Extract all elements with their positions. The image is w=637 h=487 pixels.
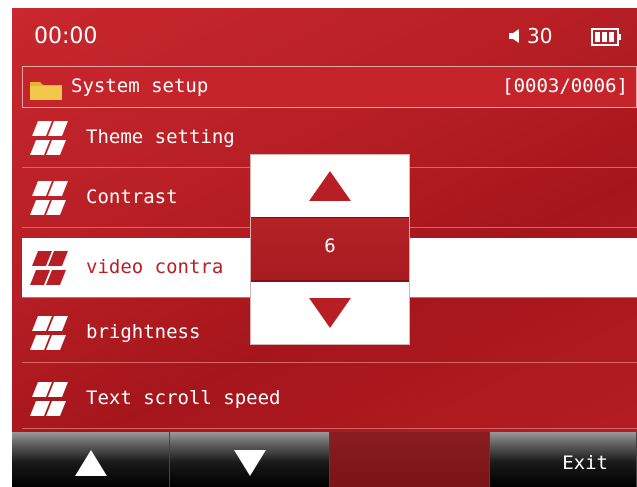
folder-icon [30,82,62,100]
item-counter: [0003/0006] [502,75,628,97]
value-stepper-popup: 6 [250,154,410,345]
up-softkey[interactable] [12,432,170,487]
exit-label: Exit [562,452,608,474]
section-header: System setup [0003/0006] [22,66,637,108]
blank-softkey[interactable] [330,432,490,487]
battery-icon [591,28,621,46]
menu-item-label: video contra [86,256,224,278]
menu-item-label: brightness [86,321,201,343]
exit-softkey[interactable]: Exit [490,432,637,487]
menu-item-text-scroll-speed[interactable]: Text scroll speed [22,369,637,429]
triangle-down-icon [233,450,266,476]
volume-indicator: 30 [507,24,552,48]
clock: 00:00 [34,24,98,49]
menu-item-label: Contrast [86,186,178,208]
value-display: 6 [251,217,409,282]
stepper-value: 6 [324,235,336,257]
menu-item-label: Text scroll speed [86,387,281,409]
menu-item-icon [30,181,68,215]
volume-value: 30 [527,24,553,48]
menu-item-icon [30,251,68,285]
triangle-up-icon [74,450,107,476]
down-softkey[interactable] [170,432,330,487]
triangle-down-icon [309,298,351,328]
decrement-button[interactable] [251,282,409,344]
status-bar: 00:00 30 [12,8,637,66]
header-title: System setup [71,75,209,97]
device-screen: 00:00 30 System setup [0003/0006] Theme … [12,8,637,487]
menu-item-icon [30,382,68,416]
menu-item-icon [30,121,68,155]
speaker-icon [509,29,519,43]
soft-key-bar: Exit [12,432,637,487]
triangle-up-icon [309,171,351,201]
increment-button[interactable] [251,155,409,217]
menu-item-icon [30,316,68,350]
menu-item-label: Theme setting [86,126,235,148]
